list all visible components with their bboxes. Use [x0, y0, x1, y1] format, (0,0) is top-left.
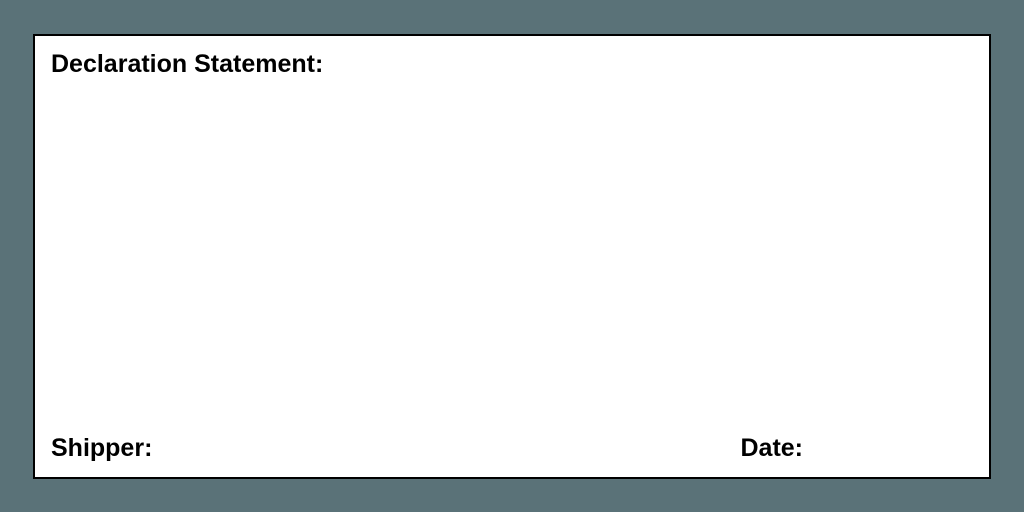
- date-label: Date:: [740, 434, 803, 463]
- signature-row: Shipper: Date:: [51, 434, 973, 463]
- declaration-statement-label: Declaration Statement:: [51, 50, 973, 79]
- shipper-label: Shipper:: [51, 434, 152, 463]
- declaration-form-box: Declaration Statement: Shipper: Date:: [33, 34, 991, 479]
